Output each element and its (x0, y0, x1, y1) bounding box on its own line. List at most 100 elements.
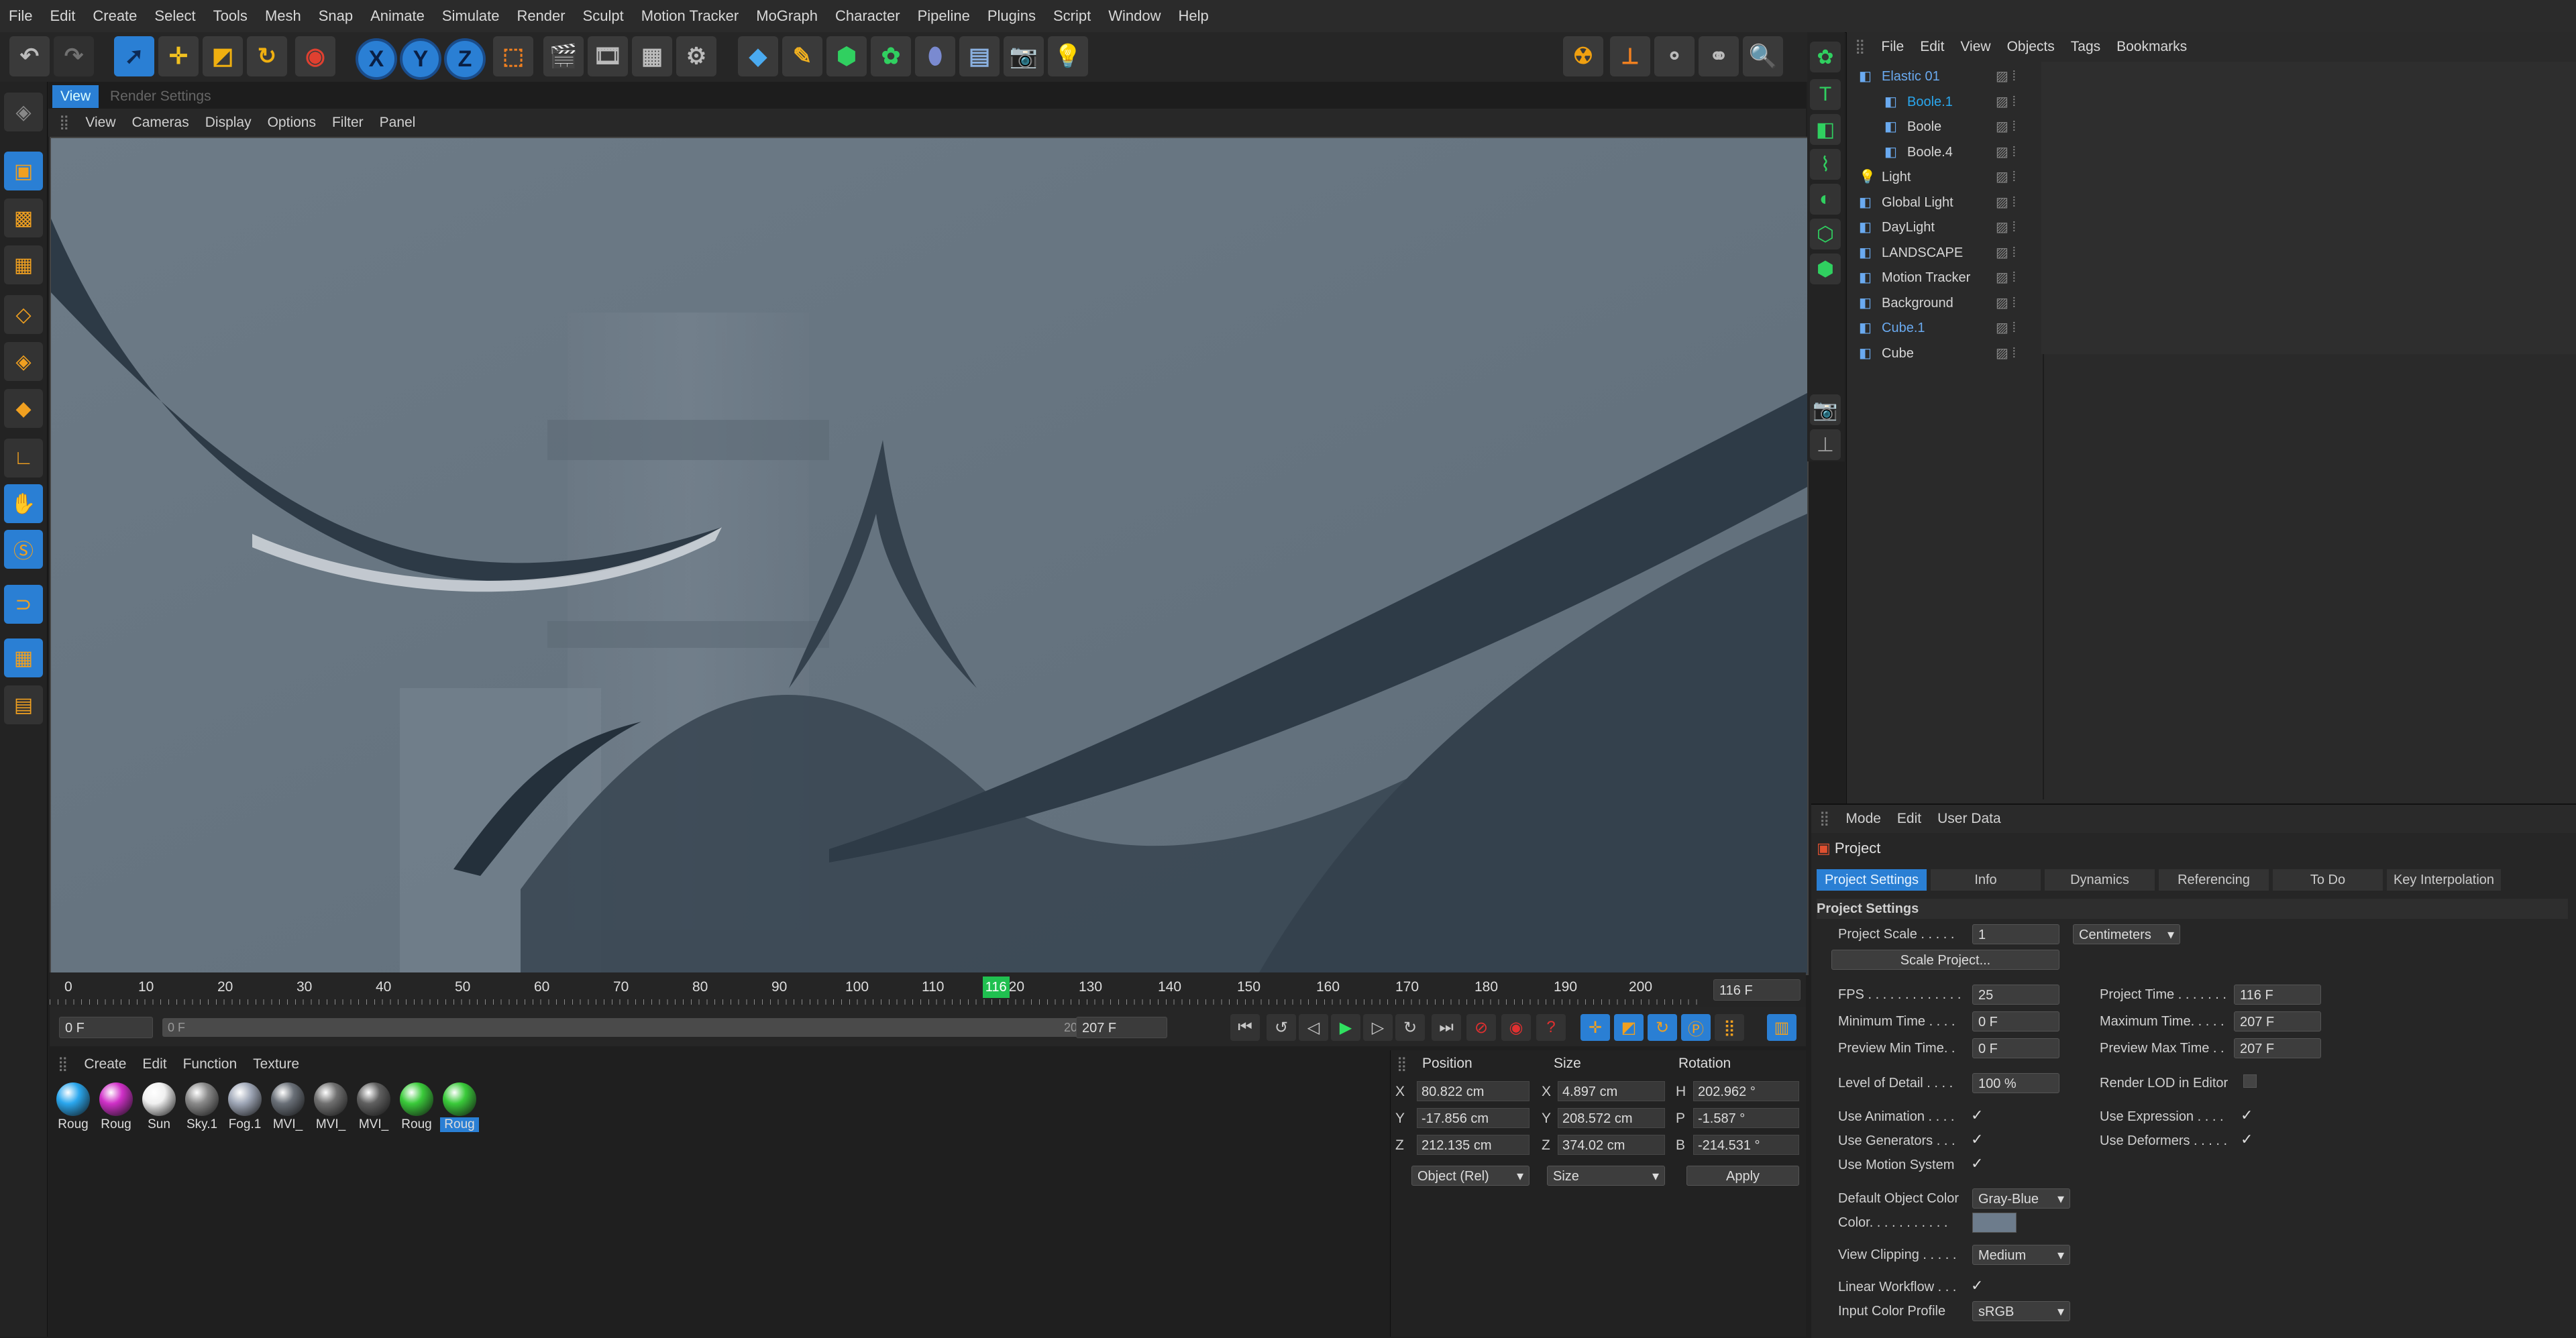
visibility-toggle-icon[interactable]: ▨ ⁞ (1996, 165, 2016, 190)
visibility-toggle-icon[interactable]: ▨ ⁞ (1996, 90, 2016, 115)
extrude-palette-icon[interactable]: ◧ (1810, 114, 1841, 145)
menu-edit[interactable]: Edit (41, 0, 84, 32)
object-row[interactable]: ◧ DayLight ▨ ⁞ (1847, 215, 2576, 240)
prev-key-icon[interactable]: ↺ (1267, 1014, 1296, 1041)
menu-mesh[interactable]: Mesh (256, 0, 310, 32)
scale-tool-icon[interactable]: ◩ (203, 36, 243, 76)
tab-info[interactable]: Info (1931, 869, 2041, 891)
key-scale-icon[interactable]: ◩ (1614, 1014, 1644, 1041)
auto-key-icon[interactable]: ◉ (1501, 1014, 1531, 1041)
tweak-mode-icon[interactable]: ✋ (4, 484, 43, 523)
om-menu-tags[interactable]: Tags (2063, 32, 2108, 62)
render-picture-viewer-icon[interactable]: 🎞 (588, 36, 628, 76)
light-icon[interactable]: 💡 (1048, 36, 1088, 76)
object-row[interactable]: 💡 Light ▨ ⁞ (1847, 165, 2576, 190)
object-row[interactable]: ◧ LANDSCAPE ▨ ⁞ (1847, 241, 2576, 266)
workplane-icon[interactable]: ⟂ (1610, 36, 1650, 76)
material-menu-texture[interactable]: Texture (245, 1050, 307, 1078)
menu-tools[interactable]: Tools (205, 0, 256, 32)
size-mode-dropdown[interactable]: Size ▾ (1547, 1166, 1665, 1186)
object-row[interactable]: ◧ Global Light ▨ ⁞ (1847, 190, 2576, 215)
visibility-toggle-icon[interactable]: ▨ ⁞ (1996, 316, 2016, 341)
menu-sculpt[interactable]: Sculpt (574, 0, 633, 32)
material-menu-function[interactable]: Function (175, 1050, 246, 1078)
visibility-toggle-icon[interactable]: ▨ ⁞ (1996, 241, 2016, 266)
om-menu-file[interactable]: File (1873, 32, 1912, 62)
render-lod-checkbox[interactable] (2243, 1074, 2257, 1088)
size-y-field[interactable]: 208.572 cm (1558, 1108, 1665, 1128)
select-tool-icon[interactable]: ➚ (114, 36, 154, 76)
menu-mograph[interactable]: MoGraph (747, 0, 826, 32)
material-swatch[interactable]: Sun (140, 1082, 178, 1132)
coordinate-system-icon[interactable]: ⬚ (493, 36, 533, 76)
loft-palette-icon[interactable]: ⬡ (1810, 219, 1841, 249)
polygons-mode-icon[interactable]: ◆ (4, 389, 43, 428)
menu-create[interactable]: Create (84, 0, 146, 32)
goto-start-icon[interactable]: ⏮ (1230, 1014, 1260, 1041)
menu-simulate[interactable]: Simulate (433, 0, 508, 32)
material-swatch[interactable]: Roug (54, 1082, 93, 1132)
cube-primitive-icon[interactable]: ◆ (738, 36, 778, 76)
object-row[interactable]: ◧ Boole ▨ ⁞ (1847, 115, 2576, 140)
material-swatch[interactable]: Roug (97, 1082, 136, 1132)
color-swatch[interactable] (1972, 1213, 2017, 1233)
spline-pen-icon[interactable]: ✎ (782, 36, 822, 76)
current-frame-field[interactable]: 116 F (1713, 979, 1801, 1001)
axis-snapping-icon[interactable]: ⚭ (1699, 36, 1739, 76)
viewport-menu-view[interactable]: View (77, 109, 123, 137)
menu-render[interactable]: Render (508, 0, 574, 32)
material-swatch[interactable]: Fog.1 (225, 1082, 264, 1132)
tab-project-settings[interactable]: Project Settings (1817, 869, 1927, 891)
visibility-toggle-icon[interactable]: ▨ ⁞ (1996, 266, 2016, 290)
goto-end-icon[interactable]: ⏭ (1432, 1014, 1461, 1041)
camera-icon[interactable]: 📷 (1004, 36, 1044, 76)
tab-referencing[interactable]: Referencing (2159, 869, 2269, 891)
fps-field[interactable]: 25 (1972, 985, 2059, 1005)
material-swatch[interactable]: Roug (397, 1082, 436, 1132)
scale-project-button[interactable]: Scale Project... (1831, 950, 2059, 970)
timeline-window-icon[interactable]: ▥ (1767, 1014, 1796, 1041)
object-row[interactable]: ◧ Background ▨ ⁞ (1847, 291, 2576, 316)
snapping-icon[interactable]: ☢ (1563, 36, 1603, 76)
lathe-palette-icon[interactable]: ◐ (1810, 184, 1841, 215)
attr-menu-user-data[interactable]: User Data (1929, 805, 2009, 833)
undo-icon[interactable]: ↶ (9, 36, 50, 76)
cloner-palette-icon[interactable]: ✿ (1810, 42, 1841, 72)
attr-menu-edit[interactable]: Edit (1889, 805, 1929, 833)
menu-motion-tracker[interactable]: Motion Tracker (633, 0, 748, 32)
om-menu-objects[interactable]: Objects (1999, 32, 2063, 62)
keyframe-selection-icon[interactable]: ? (1536, 1014, 1566, 1041)
magnet-search-icon[interactable]: 🔍 (1743, 36, 1783, 76)
rotate-tool-icon[interactable]: ↻ (247, 36, 287, 76)
visibility-toggle-icon[interactable]: ▨ ⁞ (1996, 115, 2016, 140)
position-x-field[interactable]: 80.822 cm (1417, 1081, 1529, 1101)
input-color-dropdown[interactable]: sRGB ▾ (1972, 1301, 2070, 1321)
3d-viewport[interactable] (50, 137, 1809, 975)
make-editable-icon[interactable]: ◈ (4, 93, 43, 131)
material-menu-create[interactable]: Create (76, 1050, 134, 1078)
fracture-palette-icon[interactable]: ⬢ (1810, 254, 1841, 284)
menu-script[interactable]: Script (1044, 0, 1099, 32)
snap-enable-icon[interactable]: ⊃ (4, 585, 43, 624)
scale-unit-dropdown[interactable]: Centimeters ▾ (2073, 924, 2180, 944)
visibility-toggle-icon[interactable]: ▨ ⁞ (1996, 64, 2016, 89)
attr-menu-mode[interactable]: Mode (1837, 805, 1889, 833)
tab-to-do[interactable]: To Do (2273, 869, 2383, 891)
size-z-field[interactable]: 374.02 cm (1558, 1135, 1665, 1155)
null-palette-icon[interactable]: ⊥ (1810, 429, 1841, 460)
render-settings-icon[interactable]: ⚙ (676, 36, 716, 76)
material-swatch[interactable]: MVI_ (311, 1082, 350, 1132)
tab-key-interpolation[interactable]: Key Interpolation (2387, 869, 2501, 891)
text-palette-icon[interactable]: T (1810, 79, 1841, 110)
tab-dynamics[interactable]: Dynamics (2045, 869, 2155, 891)
material-menu-edit[interactable]: Edit (134, 1050, 174, 1078)
object-row[interactable]: ◧ Elastic 01 ▨ ⁞ (1847, 64, 2576, 89)
render-to-pv-icon[interactable]: ▦ (632, 36, 672, 76)
rotation-b-field[interactable]: -214.531 ° (1693, 1135, 1799, 1155)
menu-snap[interactable]: Snap (310, 0, 362, 32)
viewport-menu-options[interactable]: Options (260, 109, 324, 137)
om-menu-edit[interactable]: Edit (1912, 32, 1952, 62)
timeline-playhead[interactable]: 116 (982, 977, 1010, 998)
use-generators-checkbox[interactable]: ✓ (1971, 1131, 1983, 1148)
solo-mode-icon[interactable]: Ⓢ (4, 530, 43, 569)
